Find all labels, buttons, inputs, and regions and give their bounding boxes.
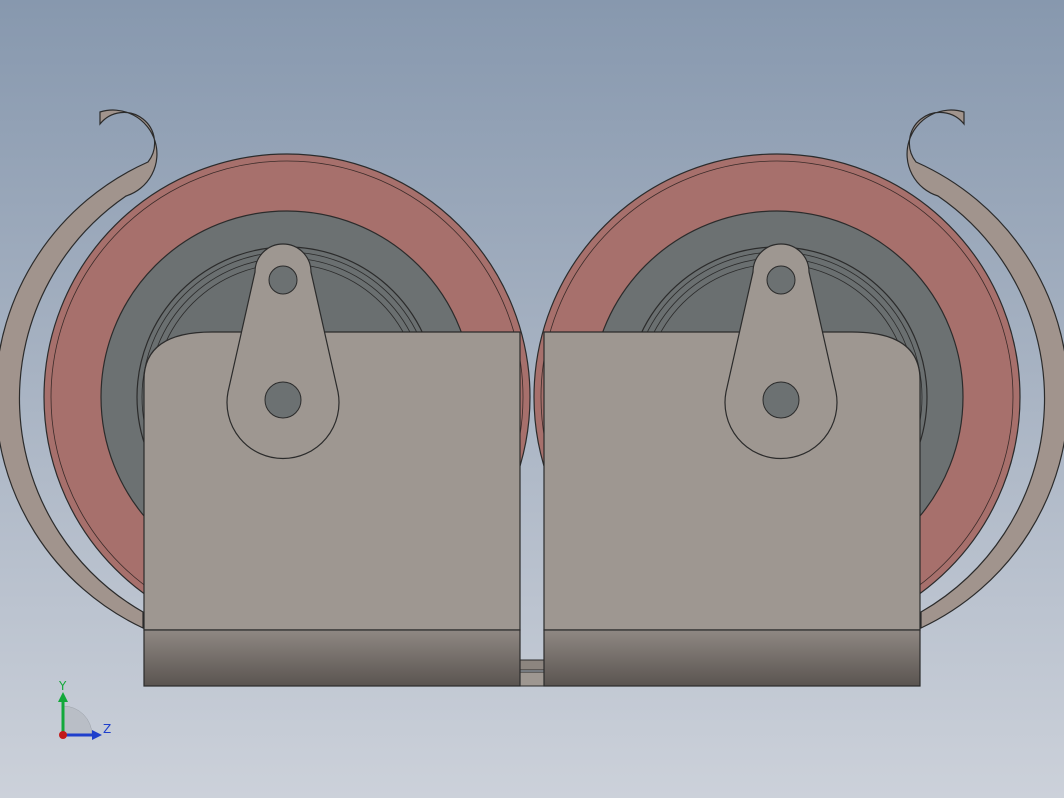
left-arm-hole-top: [268, 265, 298, 295]
right-base-plate: [543, 629, 921, 687]
z-axis-label: Z: [103, 722, 111, 736]
center-spacer: [517, 659, 547, 687]
y-axis-label: Y: [58, 679, 67, 693]
triad-origin: [59, 731, 67, 739]
left-axle-hole: [264, 381, 302, 419]
left-base-plate: [143, 629, 521, 687]
right-axle-hole: [762, 381, 800, 419]
model-view[interactable]: Y Z: [0, 0, 1064, 798]
right-arm-hole-top: [766, 265, 796, 295]
cad-viewport[interactable]: Y Z: [0, 0, 1064, 798]
